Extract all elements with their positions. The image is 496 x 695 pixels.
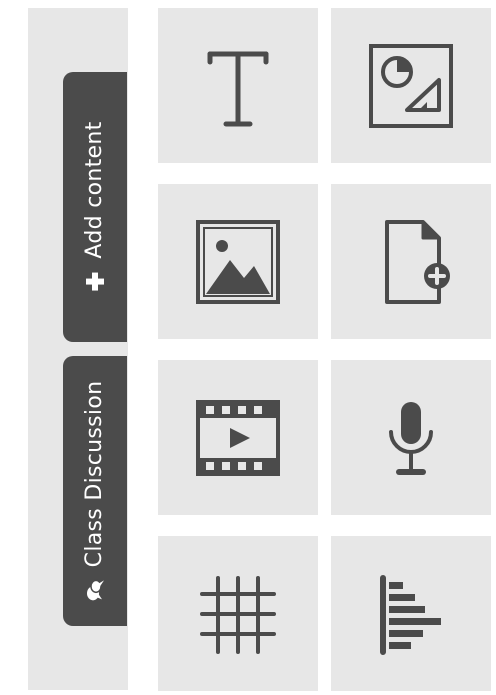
class-discussion-tab[interactable]: Class Discussion: [63, 356, 127, 626]
chart-tile[interactable]: [331, 536, 491, 691]
image-tile[interactable]: [158, 184, 318, 339]
add-content-label: Add content: [82, 121, 107, 259]
grid-icon: [200, 575, 276, 654]
table-tile[interactable]: [158, 536, 318, 691]
shapes-icon: [369, 43, 453, 128]
image-icon: [196, 219, 280, 304]
microphone-icon: [389, 401, 433, 475]
chat-bubbles-icon: [84, 579, 106, 601]
class-discussion-label: Class Discussion: [82, 380, 107, 568]
text-icon: [207, 51, 269, 126]
add-content-tab[interactable]: Add content: [63, 72, 127, 342]
shapes-tile[interactable]: [331, 8, 491, 163]
video-icon: [196, 399, 280, 476]
plus-icon: [84, 271, 106, 293]
file-add-icon: [385, 219, 450, 304]
text-tile[interactable]: [158, 8, 318, 163]
video-tile[interactable]: [158, 360, 318, 515]
bar-chart-icon: [380, 574, 441, 655]
add-file-tile[interactable]: [331, 184, 491, 339]
audio-tile[interactable]: [331, 360, 491, 515]
